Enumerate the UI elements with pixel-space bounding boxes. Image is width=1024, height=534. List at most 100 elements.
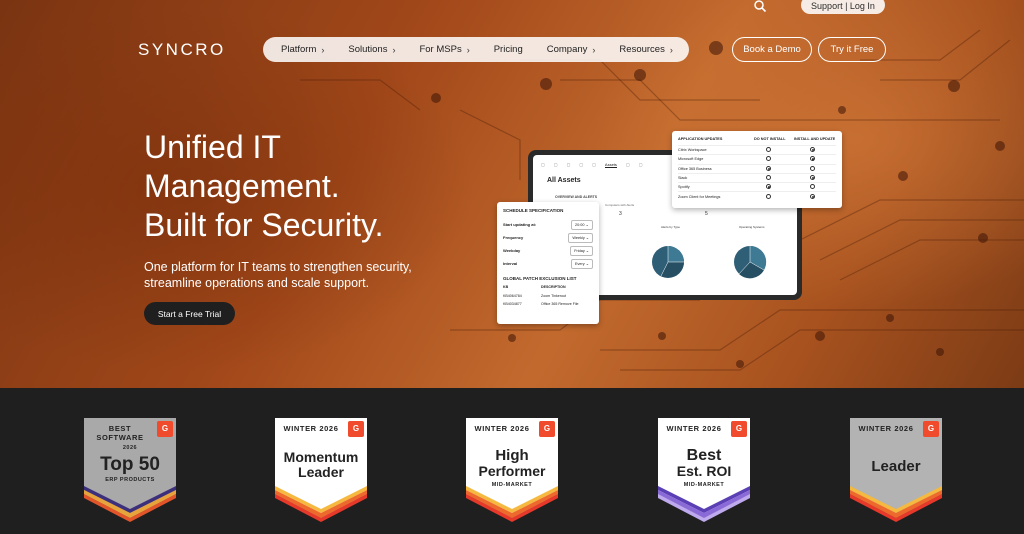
chevron-right-icon: › [466,44,470,55]
radio-do-not-install[interactable] [766,147,771,153]
subhead-line: One platform for IT teams to strengthen … [144,260,412,274]
header-cell: KB [503,285,509,289]
nav-item-platform[interactable]: Platform › [281,44,324,55]
app-name: Microsoft Edge [678,157,704,162]
header-cell: INSTALL AND UPDATE [794,137,836,141]
nav-item-label: For MSPs [419,44,462,55]
app-update-row: Zoom Client for Meetings [678,191,836,200]
app-name: Citrix Workspace [678,148,707,153]
schedule-select[interactable]: Friday ⌄ [570,245,593,256]
app-update-row: Citrix Workspace [678,145,836,154]
radio-install-update[interactable] [810,147,815,153]
app-name: Slack [678,176,688,181]
badge-title: Best [686,447,722,464]
try-free-button[interactable]: Try it Free [818,37,886,62]
search-icon[interactable] [752,0,770,14]
schedule-select[interactable]: Weekly ⌄ [568,232,593,243]
headline-line: Built for Security. [144,207,384,243]
app-update-row: Office 365 Business [678,163,836,173]
badge-top-label: WINTER 2026 [283,424,339,433]
radio-install-update[interactable] [810,156,815,162]
header-cell: DO NOT INSTALL [754,137,786,141]
radio-install-update[interactable] [810,193,815,199]
radio-do-not-install[interactable] [766,165,771,171]
nav-item-company[interactable]: Company › [547,44,596,55]
nav-item-label: Solutions [348,44,388,55]
badge-top-label: BEST SOFTWARE [96,424,144,442]
badge-title: Leader [298,464,344,480]
schedule-title: SCHEDULE SPECIFICATION [503,208,564,213]
exclusion-row: KB4034877 Office 365 Remove File [503,300,593,308]
radio-install-update[interactable] [810,184,815,190]
exclusion-row: KB4064784 Zoom Tinkerout [503,292,593,300]
header-cell: APPLICATION UPDATES [678,137,723,141]
nav-item-resources[interactable]: Resources › [619,44,672,55]
mockup-count: 3 [619,211,622,217]
mockup-tab: ▢ [566,162,571,167]
start-free-trial-button[interactable]: Start a Free Trial [144,302,235,325]
hero-headline: Unified IT Management. Built for Securit… [144,128,383,245]
g2-logo-icon: G [157,421,173,437]
schedule-label: Weekday [503,248,521,253]
mockup-tab: ▢ [592,162,596,167]
radio-do-not-install[interactable] [766,184,771,190]
app-update-row: Spotify [678,182,836,191]
radio-install-update[interactable] [810,165,815,171]
badge-subtitle: MID-MARKET [683,482,725,488]
exclusion-header: KB DESCRIPTION [503,285,593,289]
g2-badge-best-est-roi: WINTER 2026 G Best Est. ROI MID-MARKET [658,418,750,524]
headline-line: Management. [144,168,340,204]
mockup-tab-assets: Assets [604,162,617,168]
schedule-row: Frequency Weekly ⌄ [503,231,593,244]
nav-item-label: Pricing [493,44,523,55]
schedule-label: Frequency [503,235,524,240]
exclusion-title: GLOBAL PATCH EXCLUSION LIST [503,276,577,281]
mockup-title: All Assets [547,177,581,184]
description-cell: Office 365 Remove File [541,302,579,306]
description-cell: Zoom Tinkerout [541,294,566,298]
mockup-tab: ▢ [553,162,558,167]
g2-badges-strip: BEST SOFTWARE G 2026 Top 50 ERP PRODUCTS… [0,388,1024,534]
badge-title: Top 50 [100,454,160,475]
book-demo-button[interactable]: Book a Demo [732,37,812,62]
schedule-label: Interval [503,261,518,266]
pie-chart-os [734,245,767,279]
badge-subtitle: MID-MARKET [491,482,533,488]
mockup-tab: ▢ [625,162,630,167]
mockup-chart-title: Operating Systems [739,225,765,229]
chevron-right-icon: › [321,44,325,55]
kb-cell: KB4034877 [503,302,522,306]
nav-item-for-msps[interactable]: For MSPs › [419,44,469,55]
chevron-right-icon: › [669,44,673,55]
radio-do-not-install[interactable] [766,193,771,199]
radio-do-not-install[interactable] [766,156,771,162]
radio-install-update[interactable] [810,175,815,181]
badge-year: 2026 [122,445,138,451]
hero-subhead: One platform for IT teams to strengthen … [144,259,464,291]
badge-top-label: WINTER 2026 [858,424,914,433]
syncro-logo[interactable]: SYNCRO [138,40,226,60]
nav-item-solutions[interactable]: Solutions › [348,44,395,55]
app-update-row: Microsoft Edge [678,154,836,163]
badge-title: High [495,447,529,464]
badge-title: Leader [871,458,921,475]
badge-top-label: WINTER 2026 [474,424,530,433]
support-login-link[interactable]: Support | Log In [801,0,885,14]
mockup-tab: ▢ [579,162,584,167]
schedule-select[interactable]: Every ⌄ [571,258,593,269]
mockup-section: OVERVIEW AND ALERTS [555,195,598,199]
nav-item-pricing[interactable]: Pricing [494,44,523,55]
badge-subtitle: ERP PRODUCTS [105,477,155,483]
nav-item-label: Company [546,44,588,55]
g2-logo-icon: G [731,421,747,437]
g2-logo-icon: G [348,421,364,437]
schedule-label: Start updating at: [503,222,537,227]
schedule-select[interactable]: 20:00 ⌄ [571,219,593,230]
hero-section: SYNCRO Support | Log In Platform › Solut… [0,0,1024,388]
radio-do-not-install[interactable] [766,175,771,181]
headline-line: Unified IT [144,129,281,165]
pie-chart-alerts [652,246,684,278]
app-updates-header: APPLICATION UPDATES DO NOT INSTALL INSTA… [678,137,836,141]
badge-title: Est. ROI [676,463,732,479]
mockup-chart-title: Alerts by Type [661,225,680,229]
